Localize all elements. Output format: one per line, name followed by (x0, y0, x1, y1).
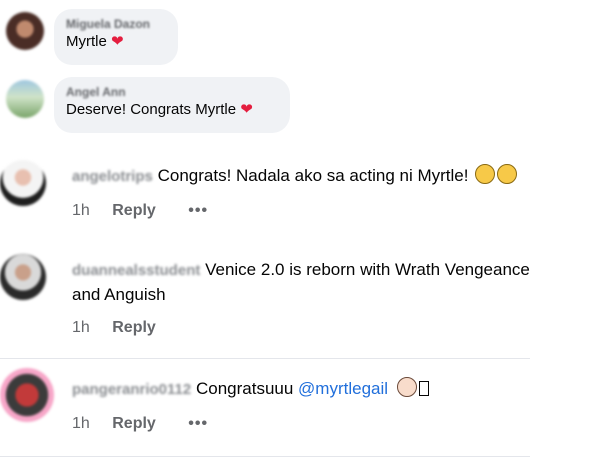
comment-text-body: Myrtle (66, 33, 107, 50)
more-options-icon[interactable]: ••• (188, 415, 208, 432)
timestamp[interactable]: 1h (72, 319, 90, 336)
comment-author[interactable]: duannealsstudent (72, 262, 200, 279)
comment-actions: 1h Reply ••• (72, 414, 208, 434)
clapping-hands-icon (475, 164, 496, 184)
comment-text-continued: and Anguish (72, 285, 166, 304)
clapping-hands-icon (497, 164, 518, 184)
comment-text: angelotrips Congrats! Nadala ako sa acti… (72, 164, 518, 189)
avatar[interactable] (0, 254, 46, 300)
comment-author[interactable]: pangeranrio0112 (72, 381, 191, 398)
heart-icon: ❤ (240, 101, 253, 118)
comment-actions: 1h Reply ••• (72, 201, 208, 221)
comment-text: duannealsstudent Venice 2.0 is reborn wi… (72, 258, 602, 307)
timestamp[interactable]: 1h (72, 415, 90, 432)
comment-text-body: Congrats! Nadala ako sa acting ni Myrtle… (157, 166, 469, 185)
comment-text: Myrtle ❤ (66, 32, 166, 52)
avatar[interactable] (6, 12, 44, 50)
reply-button[interactable]: Reply (112, 319, 156, 336)
user-mention-link[interactable]: @myrtlegail (298, 379, 388, 398)
missing-glyph-icon (418, 381, 429, 396)
comment-author[interactable]: Angel Ann (66, 84, 278, 100)
reply-button[interactable]: Reply (112, 202, 156, 219)
comment-text: pangeranrio0112 Congratsuuu @myrtlegail (72, 377, 429, 402)
comment-bubble: Angel Ann Deserve! Congrats Myrtle ❤ (54, 77, 290, 133)
comment-author[interactable]: angelotrips (72, 168, 153, 185)
reply-button[interactable]: Reply (112, 415, 156, 432)
comment-bubble: Miguela Dazon Myrtle ❤ (54, 9, 178, 65)
comment-text-body: Venice 2.0 is reborn with Wrath Vengeanc… (205, 260, 530, 279)
avatar[interactable] (0, 368, 54, 422)
comment-text-body: Congratsuuu (195, 379, 294, 398)
comment-text: Deserve! Congrats Myrtle ❤ (66, 100, 278, 120)
comment-text-body: Deserve! Congrats Myrtle (66, 101, 237, 118)
comment-author[interactable]: Miguela Dazon (66, 16, 166, 32)
timestamp[interactable]: 1h (72, 202, 90, 219)
heart-icon: ❤ (111, 33, 124, 50)
divider (0, 358, 530, 359)
comment-actions: 1h Reply (72, 318, 184, 338)
more-options-icon[interactable]: ••• (188, 202, 208, 219)
avatar[interactable] (0, 160, 46, 206)
divider (0, 456, 530, 457)
avatar[interactable] (6, 80, 44, 118)
clapping-hands-icon (396, 377, 417, 397)
